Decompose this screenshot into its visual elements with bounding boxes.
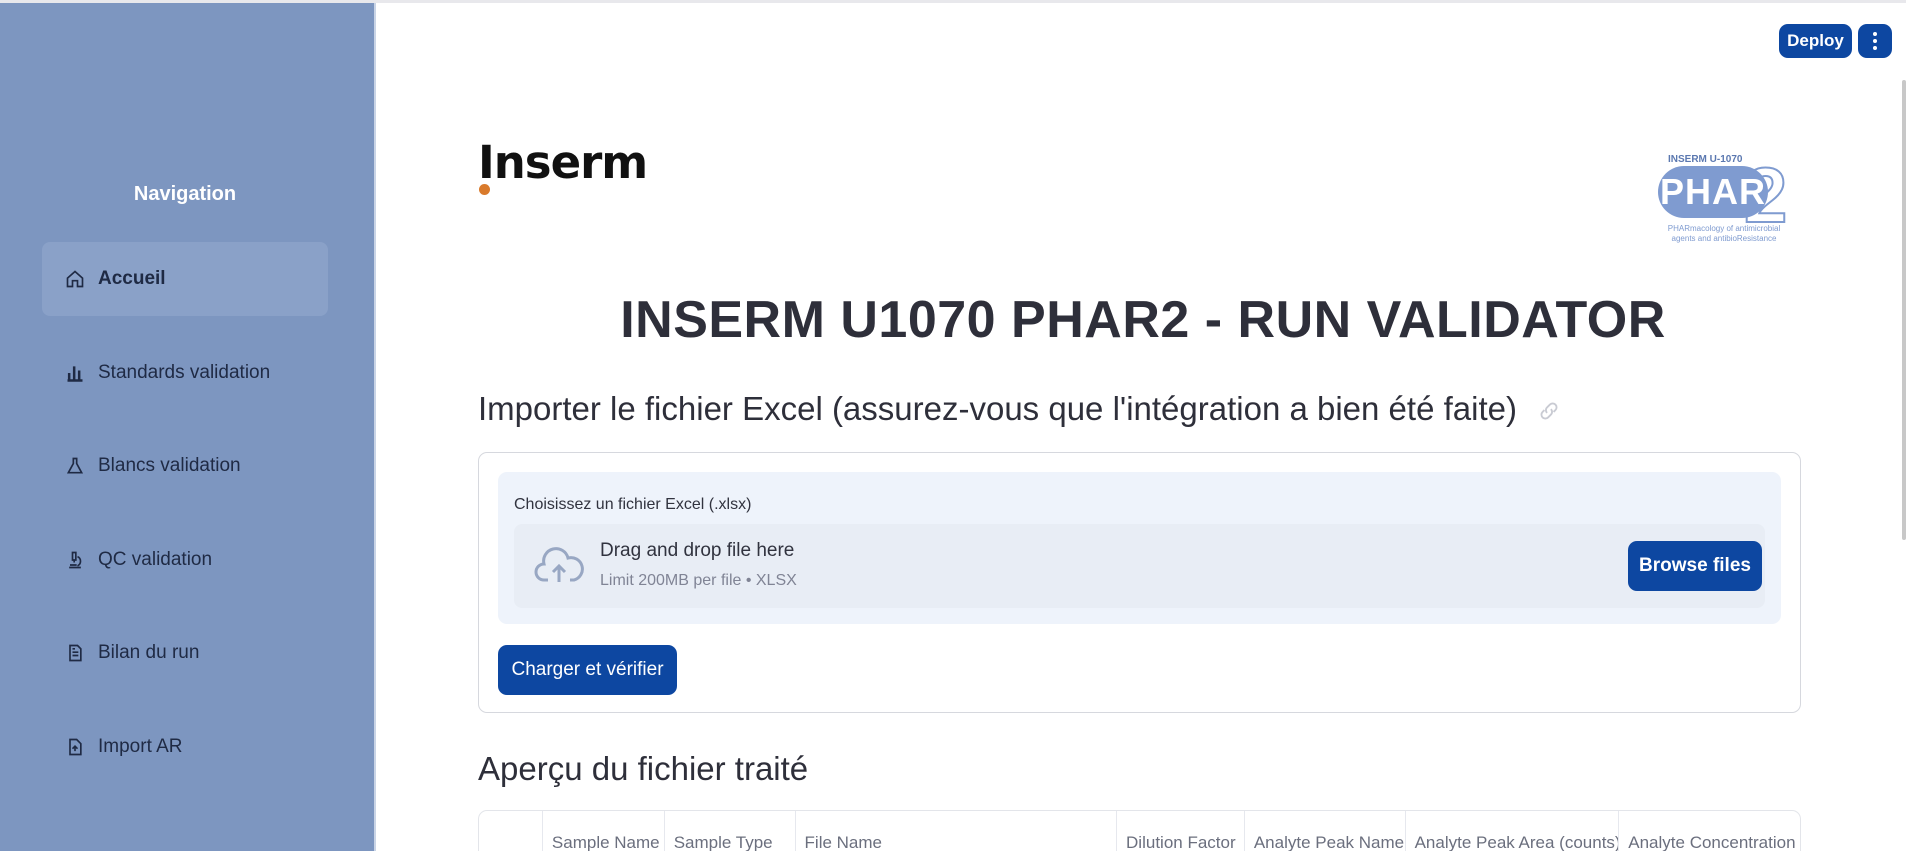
sidebar-item-blancs-validation[interactable]: Blancs validation — [42, 429, 328, 503]
inserm-logo-text: Inserm — [478, 136, 648, 189]
import-heading: Importer le fichier Excel (assurez-vous … — [478, 390, 1560, 430]
data-table[interactable]: Sample Name Sample Type File Name Diluti… — [478, 810, 1801, 851]
document-icon — [64, 642, 86, 664]
apercu-heading: Aperçu du fichier traité — [478, 750, 809, 787]
sidebar-item-label: Bilan du run — [98, 642, 200, 663]
sidebar-title: Navigation — [133, 183, 237, 205]
table-header-analyte-peak-name[interactable]: Analyte Peak Name — [1245, 811, 1406, 851]
main-menu-button[interactable] — [1858, 24, 1892, 58]
sidebar-item-label: Blancs validation — [98, 455, 241, 476]
inserm-logo-dot — [479, 184, 490, 195]
table-header-file-name[interactable]: File Name — [796, 811, 1118, 851]
phar2-logo-word: PHAR — [1658, 166, 1768, 218]
flask-icon — [64, 455, 86, 477]
file-dropzone[interactable]: Drag and drop file here Limit 200MB per … — [514, 524, 1765, 608]
sidebar-item-import-ar[interactable]: Import AR — [42, 710, 328, 784]
file-uploader: Choisissez un fichier Excel (.xlsx) Drag… — [498, 472, 1781, 624]
sidebar-item-label: Standards validation — [98, 362, 271, 383]
charger-et-verifier-button[interactable]: Charger et vérifier — [498, 645, 677, 695]
phar2-logo-subtitle: PHARmacology of antimicrobial agents and… — [1667, 224, 1781, 243]
vertical-ellipsis-icon — [1873, 32, 1877, 36]
phar2-logo: 2 INSERM U-1070 PHAR PHARmacology of ant… — [1656, 150, 1792, 246]
table-header-sample-type[interactable]: Sample Type — [665, 811, 796, 851]
inserm-logo: Inserm — [478, 136, 648, 195]
table-header-analyte-peak-area[interactable]: Analyte Peak Area (counts) — [1406, 811, 1620, 851]
sidebar-item-label: Accueil — [98, 268, 166, 289]
page-title: INSERM U1070 PHAR2 - RUN VALIDATOR — [620, 291, 1666, 349]
cloud-upload-icon — [534, 546, 584, 586]
bar-chart-icon — [64, 362, 86, 384]
sidebar-item-accueil[interactable]: Accueil — [42, 242, 328, 316]
file-upload-icon — [64, 736, 86, 758]
dropzone-instructions: Drag and drop file here — [600, 540, 795, 561]
deploy-button[interactable]: Deploy — [1779, 24, 1852, 58]
uploader-label: Choisissez un fichier Excel (.xlsx) — [514, 496, 752, 513]
dropzone-limit: Limit 200MB per file • XLSX — [600, 572, 797, 589]
table-header-row: Sample Name Sample Type File Name Diluti… — [479, 811, 1800, 851]
sidebar-item-bilan-du-run[interactable]: Bilan du run — [42, 616, 328, 690]
sidebar-item-qc-validation[interactable]: QC validation — [42, 523, 328, 597]
browse-files-button[interactable]: Browse files — [1628, 541, 1762, 591]
sidebar-item-label: QC validation — [98, 549, 213, 570]
link-icon[interactable] — [1538, 392, 1560, 430]
sidebar: Navigation Accueil Standards validation … — [0, 3, 376, 851]
table-header-dilution-factor[interactable]: Dilution Factor — [1117, 811, 1245, 851]
sidebar-item-standards-validation[interactable]: Standards validation — [42, 336, 328, 410]
table-header-sample-name[interactable]: Sample Name — [543, 811, 665, 851]
import-heading-text: Importer le fichier Excel (assurez-vous … — [478, 390, 1517, 427]
home-icon — [64, 268, 86, 290]
table-header-index[interactable] — [479, 811, 543, 851]
upload-form: Choisissez un fichier Excel (.xlsx) Drag… — [478, 452, 1801, 713]
microscope-icon — [64, 549, 86, 571]
table-header-analyte-concentration[interactable]: Analyte Concentration ( — [1619, 811, 1800, 851]
sidebar-item-label: Import AR — [98, 736, 183, 757]
phar2-logo-top: INSERM U-1070 — [1668, 154, 1743, 165]
